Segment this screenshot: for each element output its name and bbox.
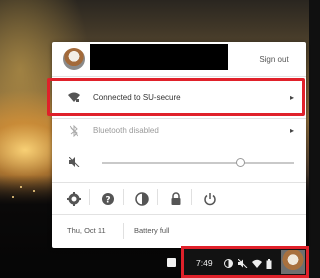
wallpaper-light bbox=[33, 190, 35, 192]
network-highlight-box bbox=[47, 78, 305, 116]
chevron-right-icon: ▸ bbox=[289, 126, 294, 135]
user-avatar bbox=[63, 48, 85, 70]
divider bbox=[52, 182, 306, 183]
volume-slider-track[interactable] bbox=[102, 162, 294, 164]
date-label[interactable]: Thu, Oct 11 bbox=[67, 226, 106, 235]
clock-label: 7:49 bbox=[196, 258, 213, 268]
wallpaper-light bbox=[20, 186, 22, 188]
gear-icon[interactable] bbox=[67, 192, 81, 206]
volume-mute-icon[interactable] bbox=[69, 157, 80, 167]
volume-mute-icon bbox=[238, 259, 248, 268]
system-tray-menu: Sign out Connected to SU-secure ▸ Blueto… bbox=[47, 42, 306, 248]
bluetooth-icon bbox=[70, 125, 78, 137]
svg-text:?: ? bbox=[105, 196, 110, 206]
help-icon[interactable]: ? bbox=[101, 192, 115, 206]
separator bbox=[123, 223, 124, 239]
account-row: Sign out bbox=[52, 42, 306, 76]
redacted-user-name bbox=[90, 44, 228, 70]
status-area-button[interactable]: 7:49 bbox=[181, 246, 309, 278]
power-icon[interactable] bbox=[203, 192, 217, 206]
overview-icon[interactable] bbox=[167, 258, 176, 267]
separator bbox=[191, 189, 192, 205]
battery-status-label: Battery full bbox=[134, 226, 170, 235]
wifi-icon bbox=[252, 259, 262, 268]
separator bbox=[89, 189, 90, 205]
night-light-icon[interactable] bbox=[135, 192, 149, 206]
user-avatar bbox=[281, 250, 305, 274]
bluetooth-status-label: Bluetooth disabled bbox=[93, 126, 159, 135]
night-light-icon bbox=[224, 259, 233, 268]
lock-icon[interactable] bbox=[169, 192, 183, 206]
bluetooth-row[interactable]: Bluetooth disabled ▸ bbox=[52, 118, 306, 144]
sign-out-button[interactable]: Sign out bbox=[248, 52, 300, 68]
volume-slider-thumb[interactable] bbox=[235, 158, 245, 167]
separator bbox=[157, 189, 158, 205]
separator bbox=[123, 189, 124, 205]
battery-icon bbox=[266, 259, 272, 269]
divider bbox=[52, 76, 306, 77]
wallpaper-light bbox=[12, 196, 14, 198]
divider bbox=[52, 214, 306, 215]
